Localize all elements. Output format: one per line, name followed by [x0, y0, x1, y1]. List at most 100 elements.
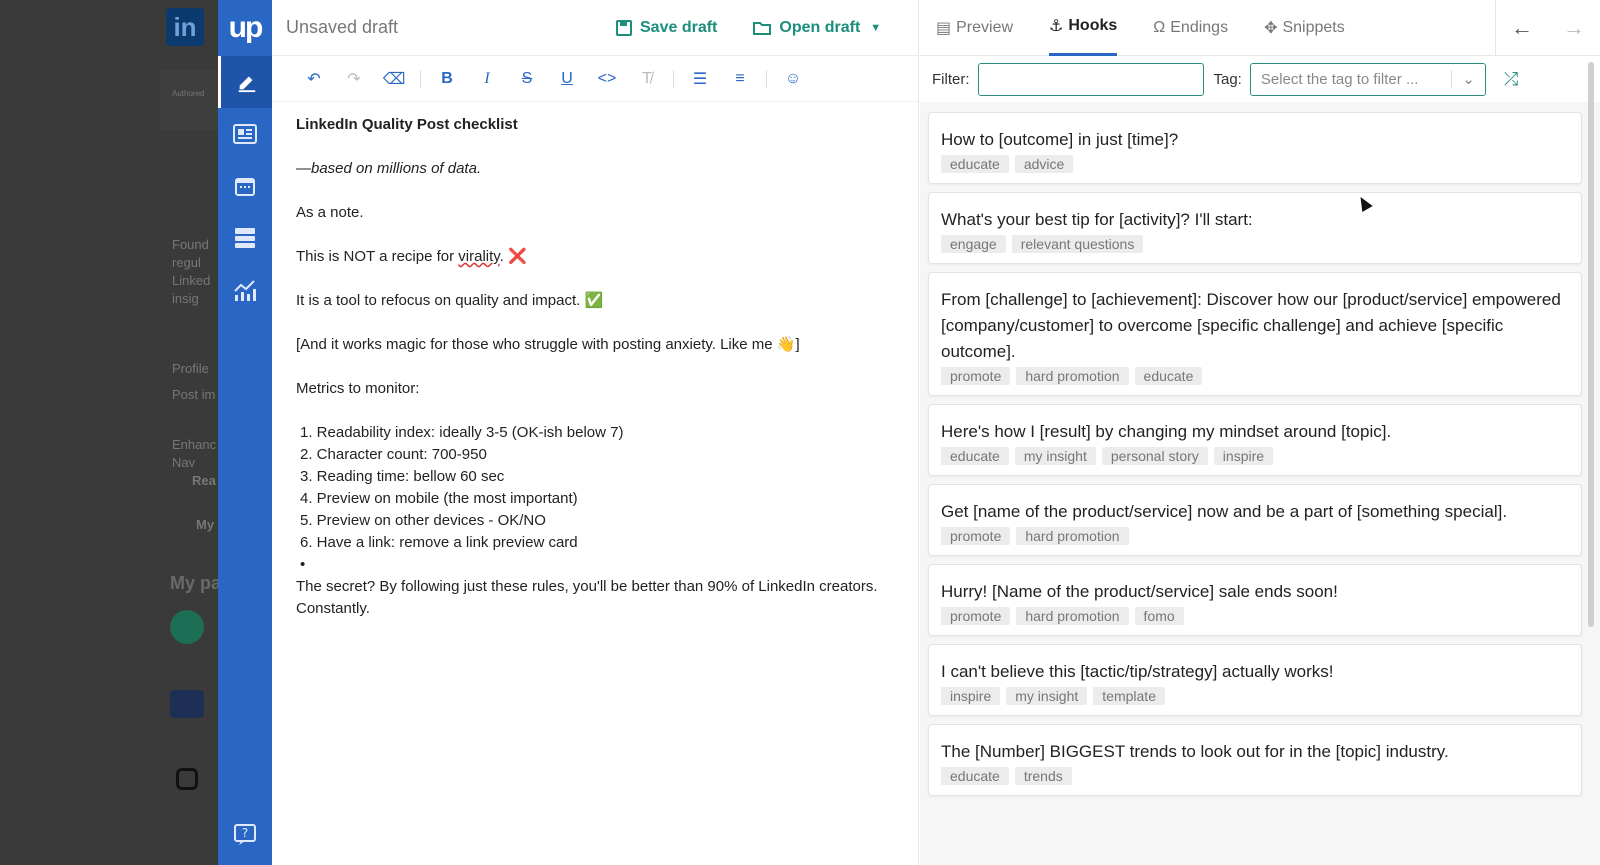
- hook-text: Hurry! [Name of the product/service] sal…: [941, 582, 1338, 601]
- back-arrow-icon[interactable]: ←: [1496, 15, 1548, 41]
- edit-icon: [238, 76, 255, 93]
- background-text: Authored: [172, 89, 205, 98]
- hooks-list: How to [outcome] in just [time]? educate…: [920, 102, 1600, 796]
- format-toolbar: ↶ ↷ ⌫ B I S U <> T̸ ☰ ≡ ☺: [272, 56, 918, 102]
- hook-text: I can't believe this [tactic/tip/strateg…: [941, 662, 1334, 681]
- tag-chip[interactable]: advice: [1014, 155, 1074, 173]
- open-draft-button[interactable]: Open draft: [753, 19, 860, 37]
- tab-label: Preview: [956, 18, 1014, 36]
- emoji-button[interactable]: ☺: [773, 64, 813, 94]
- open-draft-dropdown-icon[interactable]: ▼: [870, 22, 881, 34]
- hook-card[interactable]: How to [outcome] in just [time]? educate…: [928, 112, 1582, 184]
- tag-chip[interactable]: educate: [941, 447, 1009, 465]
- tab-endings[interactable]: Ω Endings: [1153, 0, 1228, 56]
- tab-preview[interactable]: ▤ Preview: [936, 0, 1013, 56]
- help-icon: ?: [234, 824, 256, 845]
- hook-card[interactable]: Here's how I [result] by changing my min…: [928, 404, 1582, 476]
- background-text: Profile: [172, 361, 209, 376]
- tag-chip[interactable]: fomo: [1134, 607, 1184, 625]
- redo-button[interactable]: ↷: [334, 64, 374, 94]
- app-logo: up: [218, 0, 272, 56]
- tag-chip[interactable]: relevant questions: [1011, 235, 1144, 253]
- italic-button[interactable]: I: [467, 64, 507, 94]
- post-paragraph: [And it works magic for those who strugg…: [296, 336, 800, 353]
- eraser-button[interactable]: ⌫: [374, 64, 414, 94]
- tag-chip[interactable]: educate: [941, 767, 1009, 785]
- draft-title[interactable]: Unsaved draft: [286, 17, 616, 38]
- filter-input[interactable]: [977, 62, 1204, 96]
- puzzle-icon: ✥: [1264, 19, 1278, 37]
- nav-posts[interactable]: [218, 108, 272, 160]
- undo-button[interactable]: ↶: [294, 64, 334, 94]
- hook-card[interactable]: Get [name of the product/service] now an…: [928, 484, 1582, 556]
- text-span: This is NOT a recipe for: [296, 248, 459, 265]
- tag-chip[interactable]: my insight: [1014, 447, 1096, 465]
- hook-tags: educate advice: [941, 155, 1569, 173]
- nav-analytics[interactable]: [218, 264, 272, 316]
- nav-editor[interactable]: [218, 56, 272, 108]
- tag-chip[interactable]: hard promotion: [1016, 367, 1129, 385]
- hook-card[interactable]: Hurry! [Name of the product/service] sal…: [928, 564, 1582, 636]
- hook-card[interactable]: I can't believe this [tactic/tip/strateg…: [928, 644, 1582, 716]
- side-panel: ▤ Preview ⚓ Hooks Ω Endings ✥ Snippets ← → F…: [920, 0, 1600, 865]
- tag-chip[interactable]: my insight: [1006, 687, 1088, 705]
- bold-button[interactable]: B: [427, 64, 467, 94]
- filter-label: Filter:: [932, 70, 970, 88]
- bullet-list-button[interactable]: ☰: [680, 64, 720, 94]
- underline-button[interactable]: U: [547, 64, 587, 94]
- undo-icon: ↶: [307, 70, 321, 88]
- post-paragraph: This is NOT a recipe for virality. ❌: [296, 246, 894, 268]
- save-draft-label: Save draft: [640, 18, 718, 36]
- scrollbar[interactable]: [1588, 62, 1594, 627]
- hook-card[interactable]: From [challenge] to [achievement]: Disco…: [928, 272, 1582, 396]
- code-button[interactable]: <>: [587, 64, 627, 94]
- numbered-list-button[interactable]: ≡: [720, 64, 760, 94]
- forward-arrow-icon[interactable]: →: [1548, 15, 1600, 41]
- tag-chip[interactable]: promote: [941, 607, 1011, 625]
- tag-chip[interactable]: engage: [941, 235, 1006, 253]
- tag-select[interactable]: Select the tag to filter ... ⌄: [1249, 62, 1486, 96]
- code-icon: <>: [597, 69, 617, 87]
- nav-calendar[interactable]: [218, 160, 272, 212]
- misspelled-word: virality: [458, 248, 500, 265]
- help-button[interactable]: ?: [218, 823, 272, 847]
- tag-chip[interactable]: hard promotion: [1016, 607, 1129, 625]
- open-draft-label: Open draft: [779, 18, 861, 36]
- nav-archive[interactable]: [218, 212, 272, 264]
- hook-text: How to [outcome] in just [time]?: [941, 130, 1179, 149]
- tag-chip[interactable]: educate: [941, 155, 1009, 173]
- tab-hooks[interactable]: ⚓ Hooks: [1049, 0, 1118, 56]
- tag-chip[interactable]: promote: [941, 367, 1011, 385]
- tag-chip[interactable]: promote: [941, 527, 1011, 545]
- tag-chip[interactable]: personal story: [1101, 447, 1208, 465]
- strikethrough-button[interactable]: S: [507, 64, 547, 94]
- hook-tags: educate trends: [941, 767, 1569, 785]
- list-item: 3. Reading time: bellow 60 sec: [300, 468, 505, 485]
- list-item: 4. Preview on mobile (the most important…: [300, 490, 578, 507]
- hook-card[interactable]: The [Number] BIGGEST trends to look out …: [928, 724, 1582, 796]
- bold-icon: B: [441, 69, 453, 87]
- clear-format-button[interactable]: T̸: [627, 64, 667, 94]
- tag-chip[interactable]: inspire: [1213, 447, 1274, 465]
- tag-chip[interactable]: template: [1093, 687, 1165, 705]
- tag-chip[interactable]: educate: [1134, 367, 1203, 385]
- linkedin-logo: in: [166, 8, 204, 46]
- preview-icon: ▤: [936, 19, 952, 37]
- shuffle-icon[interactable]: ⤮: [1504, 69, 1518, 90]
- hook-card[interactable]: What's your best tip for [activity]? I'l…: [928, 192, 1582, 264]
- tag-chip[interactable]: inspire: [941, 687, 1001, 705]
- tag-chip[interactable]: trends: [1014, 767, 1072, 785]
- side-tabs: ▤ Preview ⚓ Hooks Ω Endings ✥ Snippets ← →: [920, 0, 1600, 56]
- hook-text: What's your best tip for [activity]? I'l…: [941, 210, 1253, 229]
- post-editor[interactable]: LinkedIn Quality Post checklist —based o…: [272, 102, 918, 620]
- tab-snippets[interactable]: ✥ Snippets: [1264, 0, 1345, 56]
- post-paragraph: The secret? By following just these rule…: [296, 578, 878, 617]
- list-item: 6. Have a link: remove a link preview ca…: [300, 534, 578, 551]
- tag-chip[interactable]: hard promotion: [1016, 527, 1129, 545]
- post-subtitle: —based on millions of data.: [296, 160, 482, 177]
- save-draft-button[interactable]: Save draft: [616, 19, 717, 37]
- nav-rail: up ?: [218, 0, 272, 865]
- tab-label: Endings: [1170, 18, 1229, 36]
- background-text: Post im: [172, 387, 216, 402]
- hook-tags: promote hard promotion: [941, 527, 1569, 545]
